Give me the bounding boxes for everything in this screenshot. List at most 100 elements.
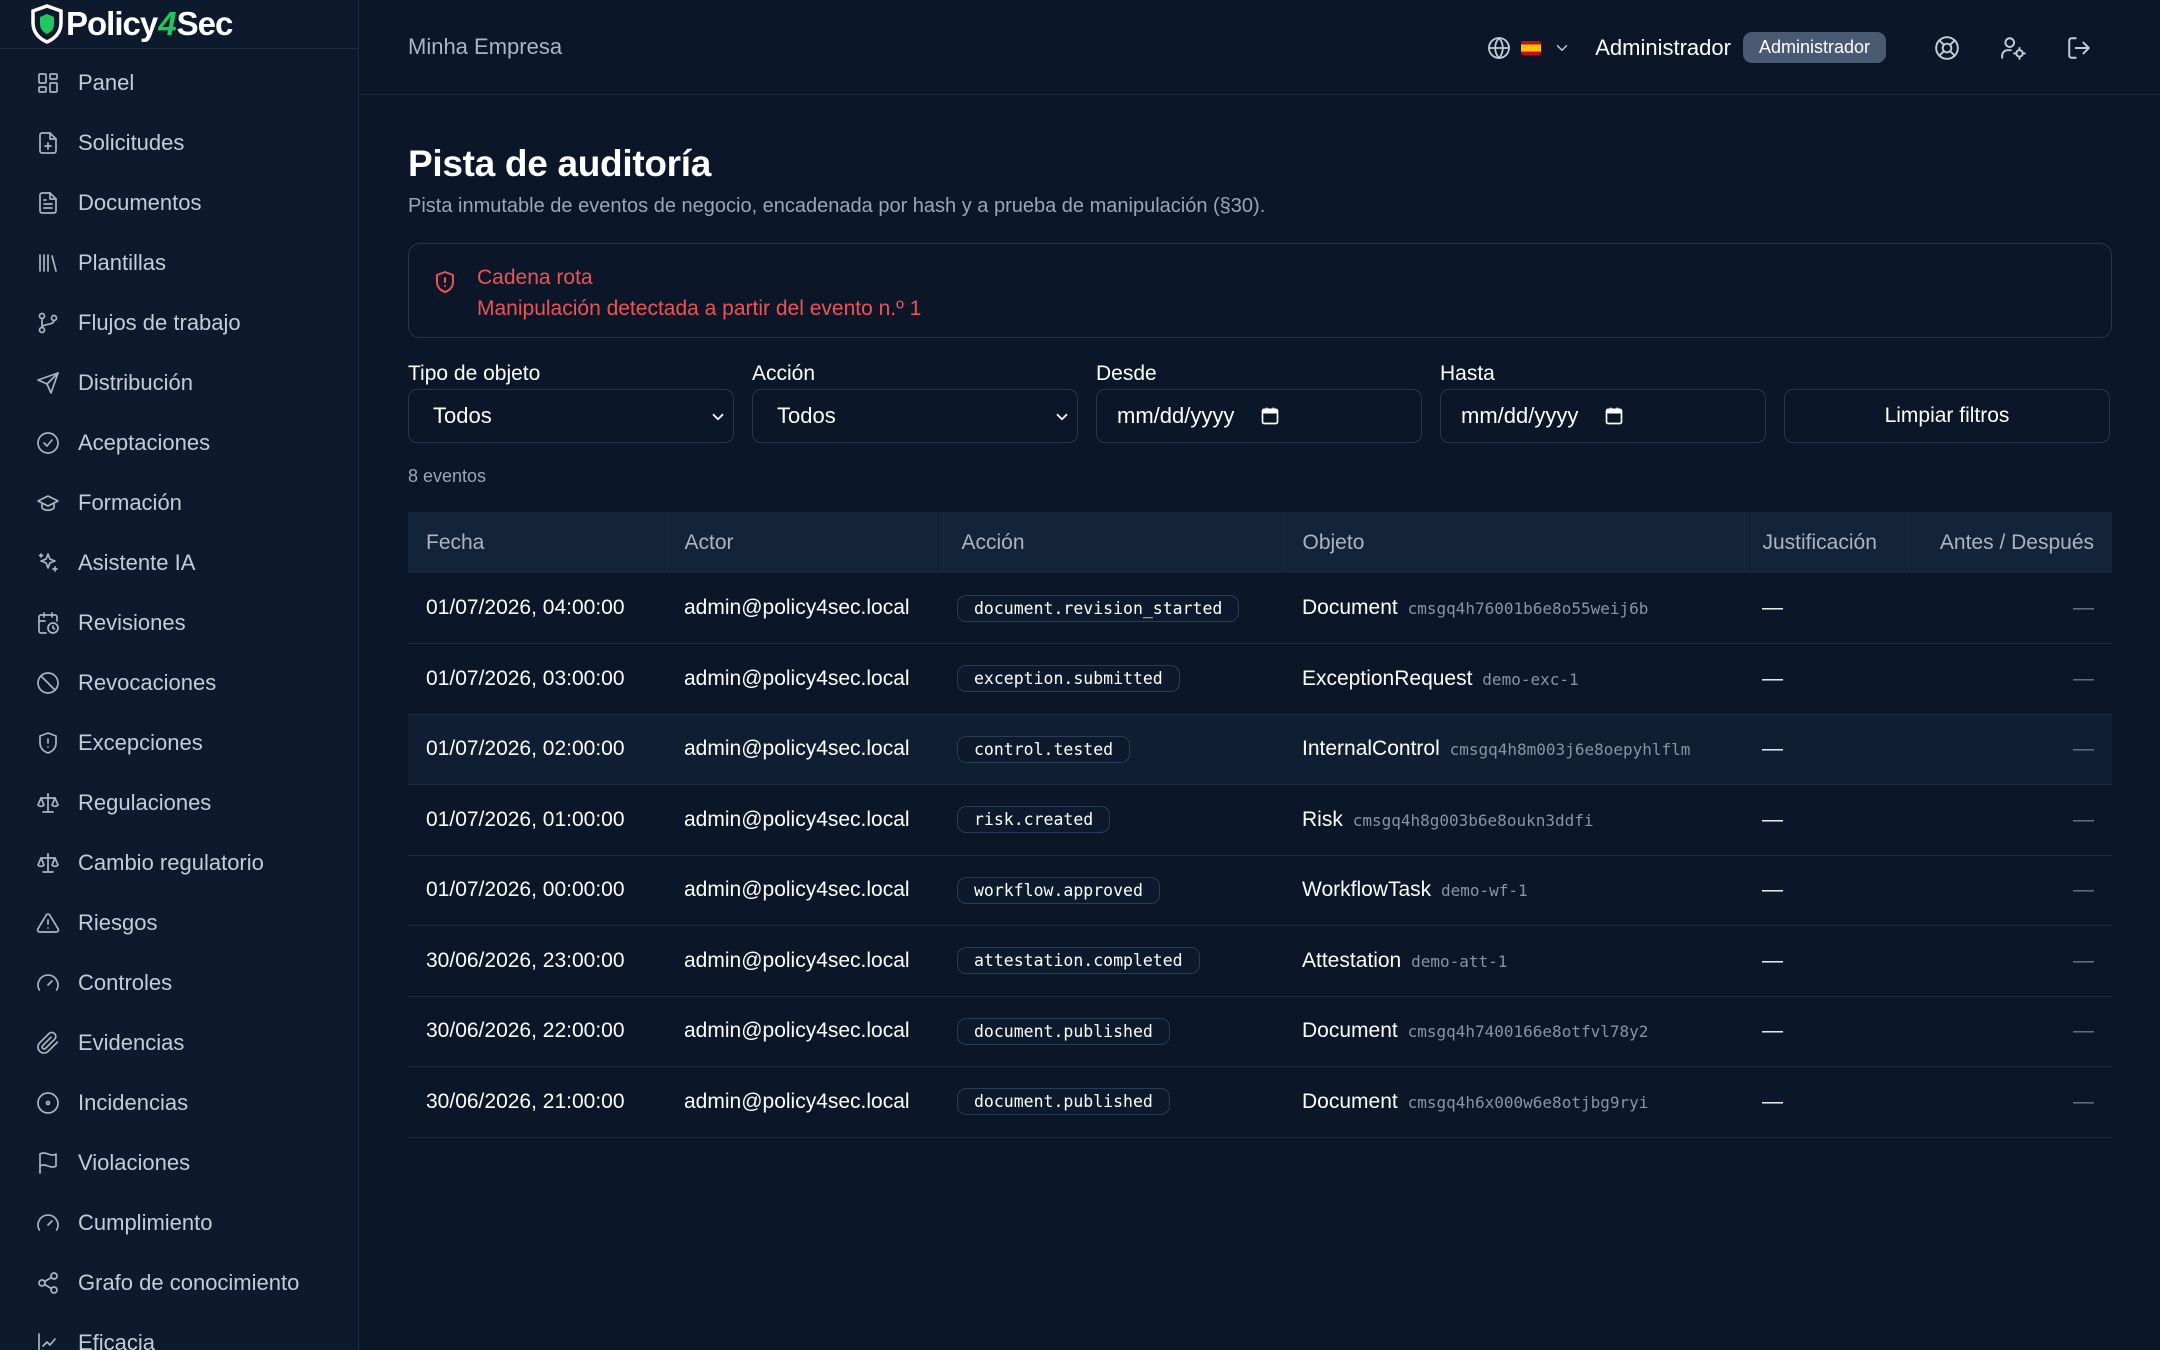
logout-button[interactable] — [2046, 35, 2112, 61]
sidebar-item-controles[interactable]: Controles — [0, 953, 358, 1013]
cell-before-after[interactable]: — — [1909, 643, 2112, 715]
profile-button[interactable] — [1980, 35, 2046, 61]
column-header-date: Fecha — [408, 512, 667, 573]
organization-name[interactable]: Minha Empresa — [408, 34, 562, 60]
column-header-justification: Justificación — [1744, 512, 1910, 573]
to-date-input[interactable]: mm/dd/yyyy — [1440, 389, 1766, 443]
table-row[interactable]: 01/07/2026, 04:00:00 admin@policy4sec.loc… — [408, 573, 2112, 644]
sidebar-item-formacion[interactable]: Formación — [0, 473, 358, 533]
from-date-input[interactable]: mm/dd/yyyy — [1096, 389, 1422, 443]
sidebar-item-cumplimiento[interactable]: Cumplimiento — [0, 1193, 358, 1253]
cell-actor: admin@policy4sec.local — [666, 784, 943, 856]
sidebar-item-incidencias[interactable]: Incidencias — [0, 1073, 358, 1133]
cell-before-after[interactable]: — — [1909, 714, 2112, 785]
table-header: Fecha Actor Acción Objeto Justificación … — [408, 512, 2112, 573]
life-buoy-icon — [1935, 35, 1959, 60]
from-date-filter: Desde mm/dd/yyyy — [1096, 362, 1422, 443]
sidebar-item-label: Violaciones — [78, 1150, 191, 1175]
sidebar-item-label: Riesgos — [78, 910, 158, 935]
sidebar-item-aceptaciones[interactable]: Aceptaciones — [0, 413, 358, 473]
sidebar-item-documentos[interactable]: Documentos — [0, 173, 358, 233]
cell-action: document.published — [943, 996, 1284, 1067]
sidebar-item-plantillas[interactable]: Plantillas — [0, 233, 358, 293]
object-id: cmsgq4h6x000w6e8otjbg9ryi — [1407, 1092, 1649, 1112]
cell-action: document.published — [943, 1066, 1284, 1138]
action-label: Acción — [752, 362, 816, 385]
column-header-actor: Actor — [666, 512, 944, 573]
table-row[interactable]: 01/07/2026, 00:00:00 admin@policy4sec.loc… — [408, 855, 2112, 926]
cell-before-after[interactable]: — — [1909, 855, 2112, 926]
brand-logo[interactable]: Policy4Sec — [0, 0, 358, 49]
cell-before-after[interactable]: — — [1909, 784, 2112, 856]
dashboard-icon — [36, 71, 60, 95]
calendar-clock-icon — [36, 611, 60, 635]
object-id: cmsgq4h7400166e8otfvl78y2 — [1407, 1022, 1649, 1042]
cell-actor: admin@policy4sec.local — [666, 643, 943, 715]
sidebar-item-asistente-ia[interactable]: Asistente IA — [0, 533, 358, 593]
calendar-icon[interactable] — [1260, 406, 1280, 426]
ban-icon — [36, 671, 60, 695]
action-select[interactable]: Todos — [752, 389, 1078, 443]
language-selector[interactable] — [1487, 36, 1571, 60]
sidebar-item-distribucion[interactable]: Distribución — [0, 353, 358, 413]
filters-bar: Tipo de objeto Todos Acción Todos Desde … — [408, 362, 2112, 443]
column-header-object: Objeto — [1284, 512, 1745, 573]
object-type-select[interactable]: Todos — [408, 389, 734, 443]
alert-title: Cadena rota — [477, 266, 593, 289]
sidebar-item-panel[interactable]: Panel — [0, 53, 358, 113]
alert-triangle-icon — [36, 911, 60, 935]
cell-before-after[interactable]: — — [1909, 996, 2112, 1067]
table-row[interactable]: 30/06/2026, 23:00:00 admin@policy4sec.loc… — [408, 925, 2112, 997]
chain-broken-alert: Cadena rota Manipulación detectada a par… — [408, 243, 2112, 338]
sidebar-item-label: Documentos — [78, 190, 202, 215]
object-id: cmsgq4h76001b6e8o55weij6b — [1407, 599, 1649, 618]
cell-justification: — — [1744, 996, 1909, 1067]
sidebar-item-label: Grafo de conocimiento — [78, 1270, 300, 1295]
object-id: cmsgq4h8g003b6e8oukn3ddfi — [1352, 810, 1594, 830]
from-date-placeholder: mm/dd/yyyy — [1117, 403, 1235, 428]
cell-actor: admin@policy4sec.local — [666, 996, 943, 1067]
sidebar: Policy4Sec Panel Solicitudes Documentos Pla… — [0, 0, 359, 1350]
help-button[interactable] — [1914, 35, 1980, 61]
sidebar-item-eficacia[interactable]: Eficacia — [0, 1313, 358, 1350]
chevron-down-icon — [1056, 413, 1068, 421]
sidebar-item-cambio-regulatorio[interactable]: Cambio regulatorio — [0, 833, 358, 893]
send-icon — [36, 371, 60, 395]
action-badge: document.revision_started — [957, 594, 1240, 622]
sidebar-item-label: Flujos de trabajo — [78, 310, 241, 335]
sidebar-item-evidencias[interactable]: Evidencias — [0, 1013, 358, 1073]
sidebar-item-excepciones[interactable]: Excepciones — [0, 713, 358, 773]
table-row[interactable]: 30/06/2026, 22:00:00 admin@policy4sec.loc… — [408, 996, 2112, 1067]
cell-before-after[interactable]: — — [1909, 925, 2112, 997]
sidebar-item-regulaciones[interactable]: Regulaciones — [0, 773, 358, 833]
object-type: ExceptionRequest — [1302, 666, 1473, 690]
object-type: Risk — [1302, 807, 1343, 831]
sidebar-item-flujos-de-trabajo[interactable]: Flujos de trabajo — [0, 293, 358, 353]
sidebar-item-revisiones[interactable]: Revisiones — [0, 593, 358, 653]
cell-justification: — — [1744, 925, 1909, 997]
cell-actor: admin@policy4sec.local — [666, 714, 943, 785]
action-badge: attestation.completed — [957, 947, 1200, 975]
cell-object: ExceptionRequest demo-exc-1 — [1284, 643, 1744, 715]
sidebar-item-solicitudes[interactable]: Solicitudes — [0, 113, 358, 173]
gauge-icon — [36, 1211, 60, 1235]
cell-action: control.tested — [943, 714, 1284, 785]
sidebar-item-riesgos[interactable]: Riesgos — [0, 893, 358, 953]
sidebar-item-label: Distribución — [78, 370, 193, 395]
git-branch-icon — [36, 311, 60, 335]
sidebar-item-label: Revisiones — [78, 610, 186, 635]
cell-before-after[interactable]: — — [1909, 573, 2112, 644]
object-id: demo-att-1 — [1411, 951, 1508, 971]
table-row[interactable]: 01/07/2026, 01:00:00 admin@policy4sec.loc… — [408, 784, 2112, 856]
role-badge: Administrador — [1742, 32, 1886, 63]
calendar-icon[interactable] — [1604, 406, 1624, 426]
table-row[interactable]: 01/07/2026, 02:00:00 admin@policy4sec.loc… — [408, 714, 2112, 785]
table-row[interactable]: 30/06/2026, 21:00:00 admin@policy4sec.loc… — [408, 1066, 2112, 1138]
sidebar-item-grafo-de-conocimiento[interactable]: Grafo de conocimiento — [0, 1253, 358, 1313]
check-circle-icon — [36, 431, 60, 455]
table-row[interactable]: 01/07/2026, 03:00:00 admin@policy4sec.loc… — [408, 643, 2112, 715]
cell-before-after[interactable]: — — [1909, 1066, 2112, 1138]
clear-filters-button[interactable]: Limpiar filtros — [1784, 389, 2110, 443]
sidebar-item-violaciones[interactable]: Violaciones — [0, 1133, 358, 1193]
sidebar-item-revocaciones[interactable]: Revocaciones — [0, 653, 358, 713]
